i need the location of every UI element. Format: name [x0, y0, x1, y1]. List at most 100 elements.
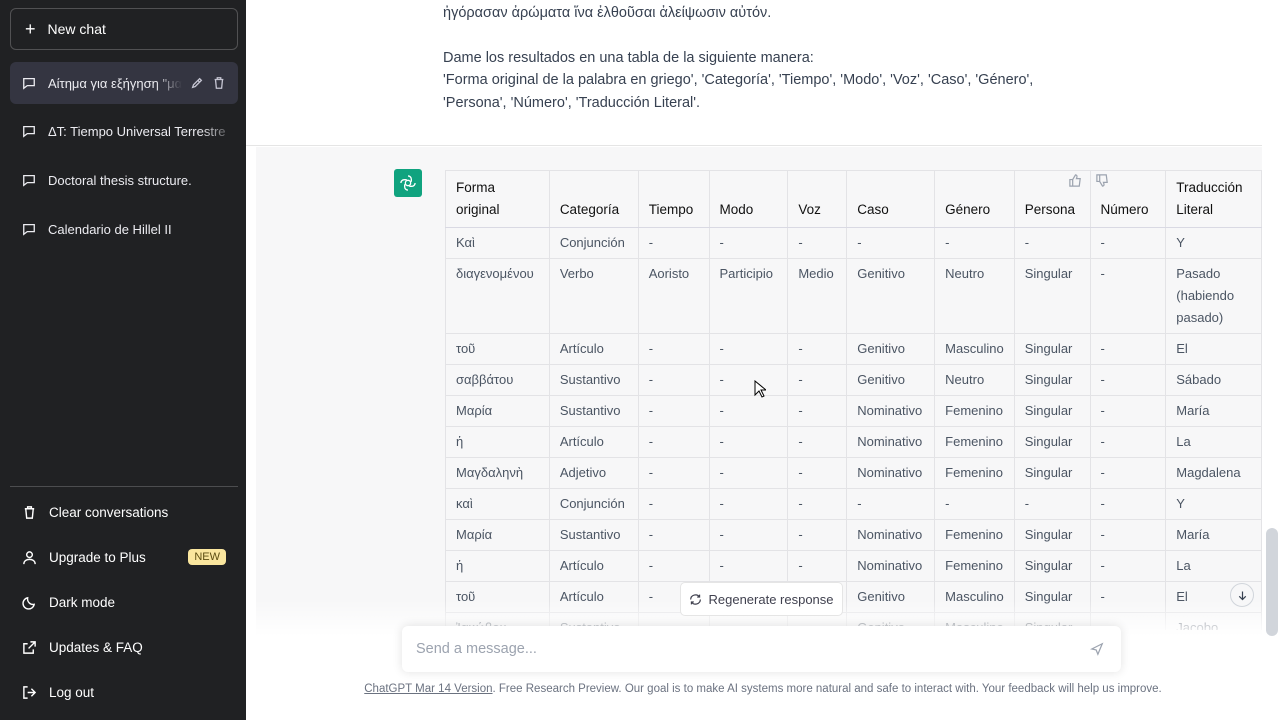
table-cell: Nominativo — [846, 519, 936, 551]
table-cell: Artículo — [549, 550, 639, 582]
upgrade-button[interactable]: Upgrade to Plus NEW — [10, 537, 238, 577]
send-button[interactable] — [1081, 633, 1113, 665]
table-cell: καὶ — [445, 488, 550, 520]
table-cell: - — [709, 395, 789, 427]
edit-icon[interactable] — [190, 76, 204, 90]
regenerate-response-button[interactable]: Regenerate response — [680, 582, 843, 616]
table-cell: Μαγδαληνὴ — [445, 457, 550, 489]
results-table-container: Forma original Categoría Tiempo Modo Voz Caso… — [445, 170, 1262, 630]
table-cell: Singular — [1014, 457, 1091, 489]
scrollbar-thumb[interactable] — [1266, 528, 1278, 636]
external-link-icon — [23, 640, 36, 654]
table-cell: Conjunción — [549, 227, 639, 259]
table-cell: Singular — [1014, 395, 1091, 427]
column-header: Caso — [846, 170, 936, 228]
chat-bubble-icon — [23, 125, 35, 138]
new-badge: NEW — [188, 549, 226, 565]
table-cell: - — [638, 519, 710, 551]
table-cell: Καὶ — [445, 227, 550, 259]
table-cell: - — [709, 457, 789, 489]
table-cell: - — [638, 457, 710, 489]
table-cell: Μαρία — [445, 519, 550, 551]
trash-icon — [24, 505, 35, 519]
table-cell: Aoristo — [638, 258, 710, 334]
table-cell: Nominativo — [846, 426, 936, 458]
table-row: τοῦArtículo---GenitivoMasculinoSingular-… — [445, 333, 1262, 365]
table-cell: Femenino — [934, 519, 1015, 551]
table-cell: Y — [1165, 227, 1262, 259]
table-cell: Sábado — [1165, 364, 1262, 396]
table-cell: Femenino — [934, 395, 1015, 427]
dark-mode-button[interactable]: Dark mode — [10, 582, 238, 622]
table-cell: El — [1165, 333, 1262, 365]
table-cell: Y — [1165, 488, 1262, 520]
footer-text: . Free Research Preview. Our goal is to … — [492, 683, 1162, 695]
table-cell: - — [709, 364, 789, 396]
table-row: διαγενομένου Verbo Aoristo Participio Medio G… — [445, 258, 1262, 334]
table-cell: - — [1014, 227, 1091, 259]
table-cell: María — [1165, 395, 1262, 427]
version-link[interactable]: ChatGPT Mar 14 Version — [364, 683, 492, 695]
plus-icon: + — [25, 19, 36, 39]
table-cell: - — [787, 227, 848, 259]
user-greek-line: ἠγόρασαν ἀρώματα ἵνα ἐλθοῦσαι ἀλείψωσιν … — [443, 5, 772, 21]
table-cell: Singular — [1014, 519, 1091, 551]
log-out-button[interactable]: Log out — [10, 672, 238, 712]
table-cell: Singular — [1014, 426, 1091, 458]
table-cell: Neutro — [934, 364, 1015, 396]
table-cell: - — [638, 395, 710, 427]
table-cell: - — [1090, 550, 1167, 582]
table-cell: - — [1090, 258, 1167, 334]
table-cell: La — [1165, 550, 1262, 582]
table-cell: Conjunción — [549, 488, 639, 520]
new-chat-button[interactable]: + New chat — [10, 8, 238, 50]
table-cell: Genitivo — [846, 364, 936, 396]
scroll-to-bottom-button[interactable] — [1230, 583, 1254, 607]
conversation-item[interactable]: Calendario de Hillel II — [10, 208, 238, 250]
table-cell: Participio — [709, 258, 789, 334]
footer-disclaimer: ChatGPT Mar 14 Version. Free Research Pr… — [246, 683, 1280, 695]
table-cell: τοῦ — [445, 333, 550, 365]
updates-faq-link[interactable]: Updates & FAQ — [10, 627, 238, 667]
table-cell: Singular — [1014, 258, 1091, 334]
table-cell: - — [1090, 364, 1167, 396]
table-cell: - — [1090, 488, 1167, 520]
table-cell: La — [1165, 426, 1262, 458]
trash-icon[interactable] — [212, 76, 226, 90]
updates-faq-label: Updates & FAQ — [49, 639, 143, 655]
table-cell: - — [638, 227, 710, 259]
results-table: Forma original Categoría Tiempo Modo Voz Caso… — [445, 170, 1262, 630]
user-message-text: ἠγόρασαν ἀρώματα ἵνα ἐλθοῦσαι ἀλείψωσιν … — [443, 2, 1083, 114]
table-cell: Singular — [1014, 333, 1091, 365]
conversation-label: Αίτημα για εξήγηση "μα — [48, 75, 183, 91]
table-cell: - — [1090, 227, 1167, 259]
table-cell: Μαρία — [445, 395, 550, 427]
table-row: σαββάτου Sustantivo - - - Genitivo Neutro Singu… — [445, 364, 1262, 396]
table-cell: - — [787, 488, 848, 520]
conversation-item[interactable]: ΔT: Tiempo Universal Terrestre — [10, 110, 238, 152]
table-row: Καὶ Conjunción - - - - - - - Y — [445, 227, 1262, 259]
table-cell: διαγενομένου — [445, 258, 550, 334]
dark-mode-label: Dark mode — [49, 594, 116, 610]
upgrade-label: Upgrade to Plus — [49, 549, 146, 565]
conversation-label: Doctoral thesis structure. — [48, 172, 192, 188]
thumbs-up-icon[interactable] — [1068, 173, 1083, 188]
table-cell: ἡ — [445, 550, 550, 582]
chat-bubble-icon — [23, 174, 35, 187]
table-cell: Nominativo — [846, 395, 936, 427]
message-input[interactable] — [416, 641, 1081, 657]
conversation-label: Calendario de Hillel II — [48, 221, 172, 237]
table-cell: Femenino — [934, 550, 1015, 582]
regenerate-label: Regenerate response — [708, 591, 834, 607]
clear-conversations-button[interactable]: Clear conversations — [10, 492, 238, 532]
moon-icon — [22, 596, 36, 610]
thumbs-down-icon[interactable] — [1095, 173, 1110, 188]
table-cell: Masculino — [934, 333, 1015, 365]
table-cell: Sustantivo — [549, 519, 639, 551]
table-cell: Neutro — [934, 258, 1015, 334]
table-cell: - — [638, 488, 710, 520]
sidebar: + New chat Αίτημα για εξήγηση "μα ΔT: Ti… — [0, 0, 246, 720]
conversation-item[interactable]: Doctoral thesis structure. — [10, 159, 238, 201]
table-row: Μαρία Sustantivo - - - Nominativo Femenino Sing… — [445, 395, 1262, 427]
conversation-item-active[interactable]: Αίτημα για εξήγηση "μα — [10, 62, 238, 104]
